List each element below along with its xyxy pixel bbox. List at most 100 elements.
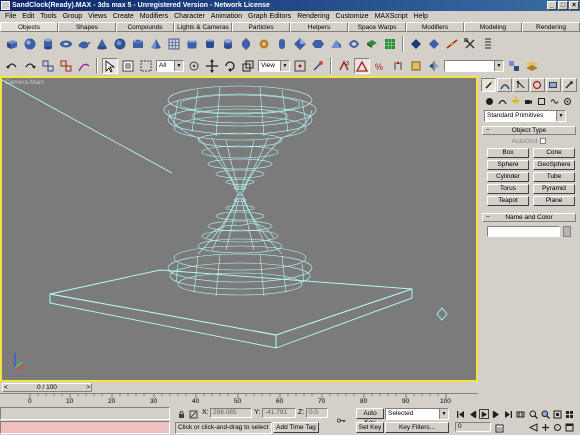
layer-manager-icon[interactable] (524, 58, 540, 74)
systems-icon[interactable] (562, 96, 572, 106)
teapot-button[interactable]: Teapot (487, 196, 529, 206)
menu-views[interactable]: Views (85, 13, 110, 20)
display-tab-icon[interactable] (545, 78, 561, 92)
name-color-header[interactable]: − Name and Color (482, 213, 576, 222)
menu-file[interactable]: File (2, 13, 19, 20)
named-selection-sets-dropdown[interactable]: ▼ (444, 60, 504, 72)
set-key-button[interactable]: Set Key (356, 422, 384, 433)
next-frame-icon[interactable] (491, 409, 501, 419)
spindle-icon[interactable] (238, 36, 254, 52)
chamfer-box-icon[interactable] (184, 36, 200, 52)
geometry-icon[interactable] (484, 96, 494, 106)
torus-icon[interactable] (58, 36, 74, 52)
tab-rendering[interactable]: Rendering (522, 22, 580, 32)
z-coordinate-field[interactable]: 0.0 (306, 408, 328, 418)
time-slider[interactable]: < 0 / 100 > (2, 383, 92, 392)
sphere-button[interactable]: Sphere (487, 160, 529, 170)
geosphere-icon[interactable] (112, 36, 128, 52)
spinner-snap-icon[interactable] (390, 58, 406, 74)
snaps-toggle-icon[interactable]: 3 (336, 58, 352, 74)
menu-animation[interactable]: Animation (208, 13, 245, 20)
cylinder-button[interactable]: Cylinder (487, 172, 529, 182)
time-slider-prev-icon[interactable]: < (4, 384, 8, 391)
align-icon[interactable] (506, 58, 522, 74)
tab-space-warps[interactable]: Space Warps (348, 22, 406, 32)
key-filters-button[interactable]: Key Filters... (385, 422, 449, 433)
pivot-center-icon[interactable] (292, 58, 308, 74)
object-name-field[interactable] (487, 226, 561, 237)
menu-maxscript[interactable]: MAXScript (372, 13, 411, 20)
minimize-button[interactable]: _ (547, 1, 557, 10)
cameras-icon[interactable] (523, 96, 533, 106)
key-mode-toggle-icon[interactable] (515, 409, 525, 419)
select-and-move-icon[interactable] (204, 58, 220, 74)
lock-selection-icon[interactable] (176, 409, 186, 419)
add-time-tag-button[interactable]: Add Time Tag (273, 422, 319, 433)
menu-customize[interactable]: Customize (333, 13, 372, 20)
menu-character[interactable]: Character (171, 13, 208, 20)
absolute-mode-icon[interactable] (188, 409, 198, 419)
percent-snap-icon[interactable]: % (372, 58, 388, 74)
window-crossing-icon[interactable] (186, 58, 202, 74)
tab-modeling[interactable]: Modeling (464, 22, 522, 32)
close-button[interactable]: × (569, 1, 579, 10)
object-type-header[interactable]: − Object Type (482, 126, 576, 135)
zoom-all-icon[interactable] (540, 409, 550, 419)
pan-icon[interactable] (540, 422, 550, 432)
previous-frame-icon[interactable] (467, 409, 477, 419)
key-mode-dropdown[interactable]: Selected ▼ (385, 408, 449, 420)
mirror-icon[interactable] (426, 58, 442, 74)
zoom-icon[interactable] (528, 409, 538, 419)
tab-particles[interactable]: Particles (232, 22, 290, 32)
chamfer-cylinder-icon[interactable] (202, 36, 218, 52)
plane-button[interactable]: Plane (533, 196, 575, 206)
gengon-icon[interactable] (310, 36, 326, 52)
zoom-extents-icon[interactable] (552, 409, 562, 419)
maximize-viewport-icon[interactable] (564, 422, 574, 432)
field-of-view-icon[interactable] (528, 422, 538, 432)
angle-snap-icon[interactable] (354, 58, 370, 74)
torus-knot-icon[interactable] (346, 36, 362, 52)
go-to-end-icon[interactable] (503, 409, 513, 419)
geosphere-button[interactable]: GeoSphere (533, 160, 575, 170)
hedra-icon[interactable] (292, 36, 308, 52)
hierarchy-tab-icon[interactable] (513, 78, 529, 92)
reference-coordinate-dropdown[interactable]: View ▼ (258, 60, 290, 72)
tube-icon[interactable] (130, 36, 146, 52)
select-and-link-icon[interactable] (40, 58, 56, 74)
maxscript-mini-listener[interactable] (0, 421, 170, 434)
selection-filter-dropdown[interactable]: All ▼ (156, 60, 184, 72)
teapot-icon[interactable] (76, 36, 92, 52)
pyramid-icon[interactable] (148, 36, 164, 52)
sphere-icon[interactable] (22, 36, 38, 52)
tube-button[interactable]: Tube (533, 172, 575, 182)
key-icon[interactable] (334, 415, 348, 425)
object-color-swatch[interactable] (563, 226, 571, 237)
y-coordinate-field[interactable]: -41.791 (262, 408, 296, 418)
pyramid-button[interactable]: Pyramid (533, 184, 575, 194)
unlink-icon[interactable] (58, 58, 74, 74)
select-by-name-icon[interactable] (120, 58, 136, 74)
play-icon[interactable] (479, 409, 489, 419)
undo-icon[interactable] (4, 58, 20, 74)
camera-viewport[interactable]: Camera.Main (0, 76, 478, 382)
cone-icon[interactable] (94, 36, 110, 52)
menu-graph-editors[interactable]: Graph Editors (245, 13, 294, 20)
menu-create[interactable]: Create (110, 13, 137, 20)
time-slider-next-icon[interactable]: > (86, 384, 90, 391)
helpers-icon[interactable] (536, 96, 546, 106)
go-to-start-icon[interactable] (455, 409, 465, 419)
named-selection-icon[interactable] (408, 58, 424, 74)
autogrid-checkbox[interactable] (540, 138, 547, 145)
l-ext-icon[interactable] (408, 36, 424, 52)
menu-help[interactable]: Help (411, 13, 431, 20)
menu-tools[interactable]: Tools (37, 13, 59, 20)
space-warps-icon[interactable] (549, 96, 559, 106)
orbit-icon[interactable] (552, 422, 562, 432)
tab-compounds[interactable]: Compounds (116, 22, 174, 32)
prism-icon[interactable] (328, 36, 344, 52)
motion-tab-icon[interactable] (529, 78, 545, 92)
gear-icon[interactable] (256, 36, 272, 52)
region-select-icon[interactable] (138, 58, 154, 74)
box-button[interactable]: Box (487, 148, 529, 158)
